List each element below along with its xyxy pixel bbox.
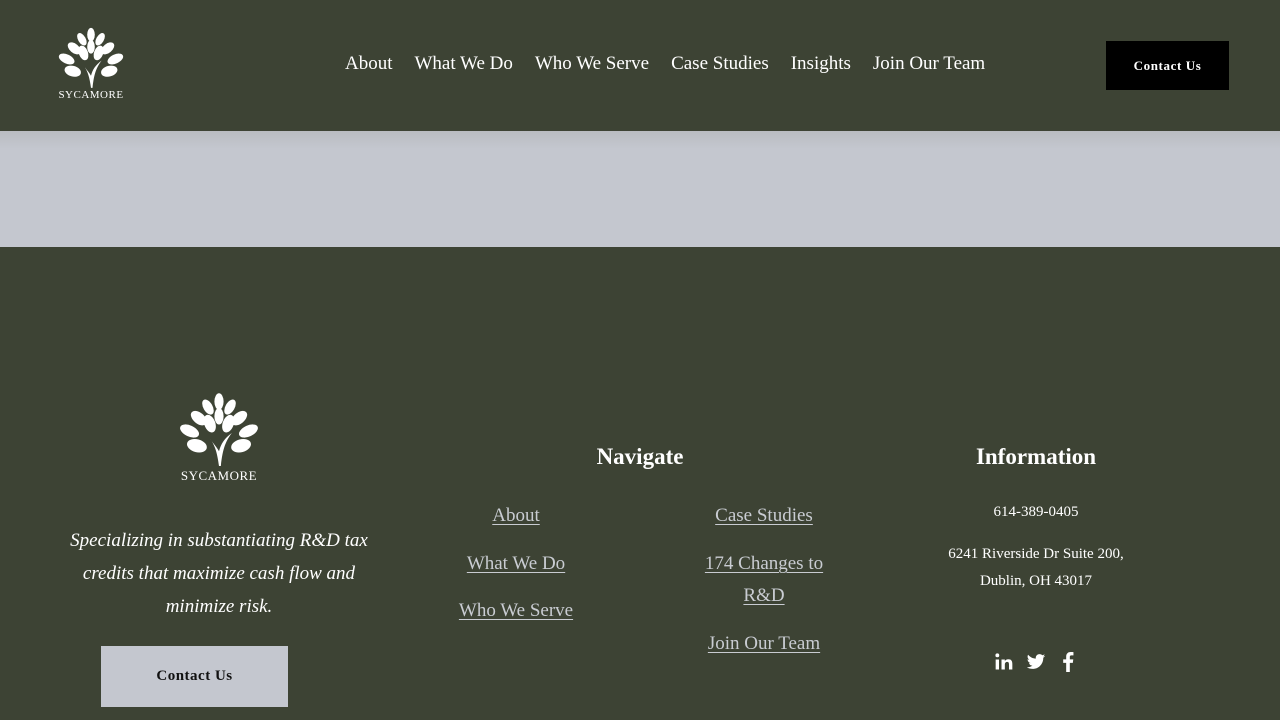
address-line-1: 6241 Riverside Dr Suite 200,: [948, 546, 1124, 562]
footer-contact-button[interactable]: Contact Us: [101, 646, 288, 707]
linkedin-icon[interactable]: [992, 650, 1016, 674]
sycamore-tree-icon: [180, 393, 258, 466]
sycamore-tree-icon: [58, 27, 124, 88]
header-logo[interactable]: SYCAMORE: [53, 27, 129, 101]
nav-join-our-team[interactable]: Join Our Team: [873, 53, 985, 75]
information-heading: Information: [975, 444, 1097, 469]
facebook-icon[interactable]: [1056, 650, 1080, 674]
linkedin-glyph: [995, 653, 1013, 670]
nav-about[interactable]: About: [345, 53, 393, 75]
nav-insights[interactable]: Insights: [791, 53, 851, 75]
main-nav: About What We Do Who We Serve Case Studi…: [345, 53, 985, 75]
phone-number[interactable]: 614-389-0405: [926, 499, 1146, 526]
footer-link-case-studies[interactable]: Case Studies: [664, 500, 864, 532]
site-footer: SYCAMORE Specializing in substantiating …: [0, 247, 1280, 720]
footer-link-who-we-serve[interactable]: Who We Serve: [416, 595, 616, 627]
footer-tagline: Specializing in substantiating R&D tax c…: [70, 530, 368, 617]
header-contact-button[interactable]: Contact Us: [1106, 41, 1229, 90]
navigate-heading: Navigate: [596, 444, 684, 469]
facebook-glyph: [1063, 652, 1074, 672]
nav-what-we-do[interactable]: What We Do: [415, 53, 513, 75]
nav-case-studies[interactable]: Case Studies: [671, 53, 769, 75]
logo-wordmark: SYCAMORE: [58, 89, 124, 101]
twitter-glyph: [1026, 654, 1046, 669]
footer-link-174-changes[interactable]: 174 Changes to R&D: [694, 548, 834, 612]
site-header: SYCAMORE About What We Do Who We Serve C…: [0, 0, 1280, 131]
content-band: [0, 131, 1280, 247]
twitter-icon[interactable]: [1024, 650, 1048, 674]
nav-who-we-serve[interactable]: Who We Serve: [535, 53, 649, 75]
footer-link-about[interactable]: About: [416, 500, 616, 532]
address-line-2: Dublin, OH 43017: [979, 573, 1093, 589]
footer-link-what-we-do[interactable]: What We Do: [416, 548, 616, 580]
footer-link-join-our-team[interactable]: Join Our Team: [664, 628, 864, 660]
logo-wordmark: SYCAMORE: [180, 468, 258, 483]
footer-logo[interactable]: SYCAMORE: [173, 392, 265, 484]
